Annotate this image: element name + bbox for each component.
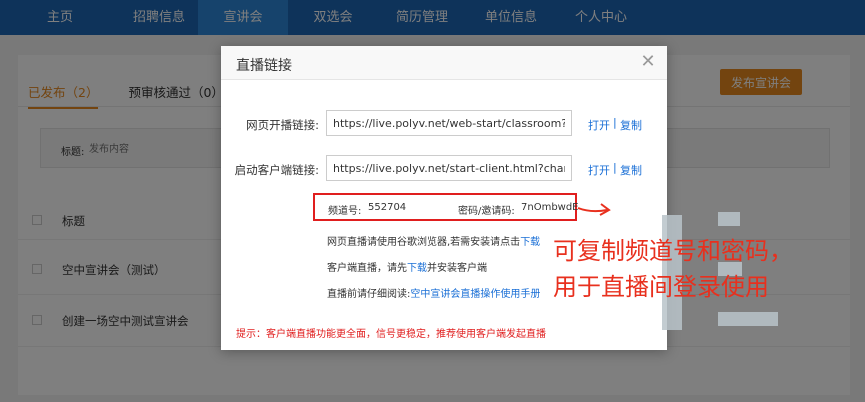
annotation-line-1: 可复制频道号和密码， bbox=[553, 237, 793, 265]
client-note: 客户端直播，请先下载并安装客户端 bbox=[327, 259, 487, 274]
separator: | bbox=[613, 116, 617, 129]
dialog-title: 直播链接 bbox=[236, 58, 292, 74]
separator: | bbox=[613, 161, 617, 174]
channel-info-box: 频道号: 552704 密码/邀请码: 7nOmbwdE bbox=[313, 193, 579, 221]
browser-note: 网页直播请使用谷歌浏览器,若需安装请点击下载 bbox=[327, 233, 540, 248]
password-label: 密码/邀请码: bbox=[458, 206, 515, 217]
close-icon[interactable]: ✕ bbox=[639, 53, 657, 71]
client-note-suffix: 并安装客户端 bbox=[427, 263, 487, 274]
client-link-input[interactable] bbox=[326, 155, 572, 181]
annotation-line-2: 用于直播间登录使用 bbox=[553, 273, 769, 301]
client-link-label: 启动客户端链接: bbox=[234, 163, 319, 177]
annotation-text: 可复制频道号和密码， 用于直播间登录使用 bbox=[553, 233, 793, 305]
password-value: 7nOmbwdE bbox=[521, 202, 579, 213]
web-link-copy-button[interactable]: 复制 bbox=[620, 117, 642, 133]
manual-note-prefix: 直播前请仔细阅读: bbox=[327, 289, 411, 300]
client-note-prefix: 客户端直播，请先 bbox=[327, 263, 407, 274]
manual-link[interactable]: 空中宣讲会直播操作使用手册 bbox=[410, 289, 540, 300]
channel-label: 频道号: bbox=[328, 206, 362, 217]
client-link-open-button[interactable]: 打开 bbox=[588, 162, 610, 178]
browser-download-link[interactable]: 下载 bbox=[520, 237, 540, 248]
channel-value: 552704 bbox=[368, 202, 407, 213]
redacted-block bbox=[718, 312, 778, 326]
web-link-open-button[interactable]: 打开 bbox=[588, 117, 610, 133]
web-link-label: 网页开播链接: bbox=[246, 118, 319, 132]
dialog-header: 直播链接 ✕ bbox=[221, 46, 667, 80]
client-download-link[interactable]: 下载 bbox=[407, 263, 427, 274]
client-link-copy-button[interactable]: 复制 bbox=[620, 162, 642, 178]
web-link-input[interactable] bbox=[326, 110, 572, 136]
manual-note: 直播前请仔细阅读:空中宣讲会直播操作使用手册 bbox=[327, 285, 540, 300]
redacted-block bbox=[718, 212, 740, 226]
tip-text: 提示：客户端直播功能更全面，信号更稳定，推荐使用客户端发起直播 bbox=[236, 329, 546, 340]
annotation-arrow-icon bbox=[577, 203, 611, 216]
browser-note-text: 网页直播请使用谷歌浏览器,若需安装请点击 bbox=[327, 237, 521, 248]
